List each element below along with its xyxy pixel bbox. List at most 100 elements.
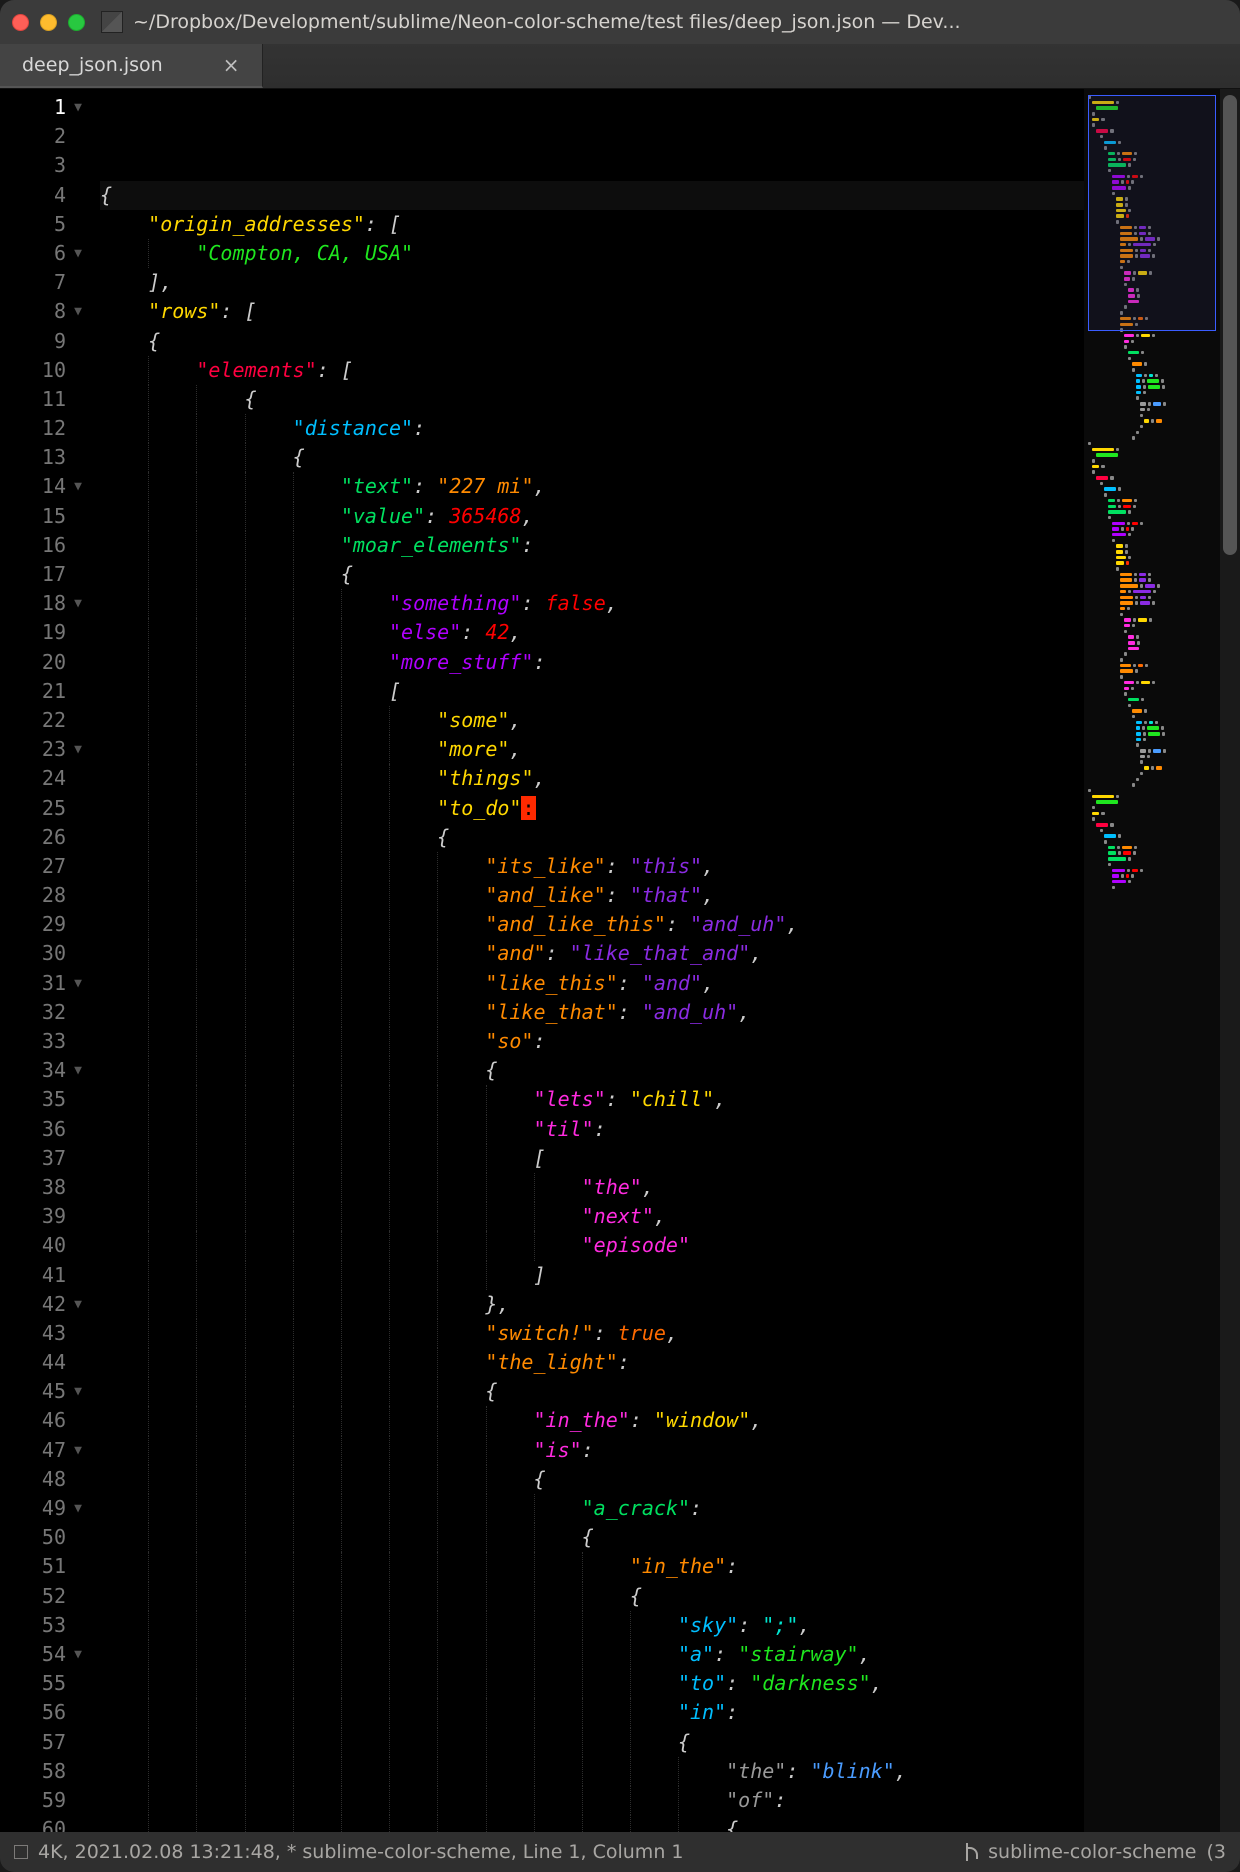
line-number[interactable]: 15 — [0, 502, 90, 531]
line-number[interactable]: 33 — [0, 1027, 90, 1056]
line-number[interactable]: 48 — [0, 1465, 90, 1494]
minimap-viewport[interactable] — [1088, 95, 1216, 331]
code-line[interactable]: "and_like_this": "and_uh", — [100, 910, 1084, 939]
close-window-button[interactable] — [12, 14, 29, 31]
code-line[interactable]: "something": false, — [100, 589, 1084, 618]
line-number[interactable]: 44 — [0, 1348, 90, 1377]
code-line[interactable]: "moar_elements": — [100, 531, 1084, 560]
code-area[interactable]: { "origin_addresses": [ "Compton, CA, US… — [96, 89, 1084, 1832]
code-line[interactable]: "more_stuff": — [100, 648, 1084, 677]
code-line[interactable]: { — [100, 560, 1084, 589]
code-line[interactable]: "and": "like_that_and", — [100, 939, 1084, 968]
line-number-gutter[interactable]: 1▼23456▼78▼91011121314▼15161718▼19202122… — [0, 89, 96, 1832]
line-number[interactable]: 36 — [0, 1115, 90, 1144]
code-line[interactable]: { — [100, 181, 1084, 210]
line-number[interactable]: 55 — [0, 1669, 90, 1698]
line-number[interactable]: 29 — [0, 910, 90, 939]
line-number[interactable]: 27 — [0, 852, 90, 881]
line-number[interactable]: 50 — [0, 1523, 90, 1552]
code-line[interactable]: "to": "darkness", — [100, 1669, 1084, 1698]
line-number[interactable]: 26 — [0, 823, 90, 852]
code-line[interactable]: "the_light": — [100, 1348, 1084, 1377]
fold-icon[interactable]: ▼ — [72, 1436, 84, 1465]
code-line[interactable]: "next", — [100, 1202, 1084, 1231]
vertical-scrollbar[interactable] — [1220, 89, 1240, 1832]
code-line[interactable]: "Compton, CA, USA" — [100, 239, 1084, 268]
line-number[interactable]: 45▼ — [0, 1377, 90, 1406]
scrollbar-thumb[interactable] — [1223, 95, 1237, 555]
line-number[interactable]: 1▼ — [0, 93, 90, 122]
code-line[interactable]: { — [100, 1815, 1084, 1832]
code-line[interactable]: "so": — [100, 1027, 1084, 1056]
code-line[interactable]: "the", — [100, 1173, 1084, 1202]
code-line[interactable]: { — [100, 823, 1084, 852]
code-line[interactable]: "a": "stairway", — [100, 1640, 1084, 1669]
line-number[interactable]: 9 — [0, 327, 90, 356]
line-number[interactable]: 30 — [0, 939, 90, 968]
code-line[interactable]: "the": "blink", — [100, 1757, 1084, 1786]
code-line[interactable]: "in": — [100, 1698, 1084, 1727]
code-line[interactable]: "and_like": "that", — [100, 881, 1084, 910]
line-number[interactable]: 37 — [0, 1144, 90, 1173]
line-number[interactable]: 57 — [0, 1728, 90, 1757]
line-number[interactable]: 19 — [0, 618, 90, 647]
line-number[interactable]: 58 — [0, 1757, 90, 1786]
line-number[interactable]: 59 — [0, 1786, 90, 1815]
line-number[interactable]: 53 — [0, 1611, 90, 1640]
code-line[interactable]: "like_that": "and_uh", — [100, 998, 1084, 1027]
fold-icon[interactable]: ▼ — [72, 1290, 84, 1319]
fold-icon[interactable]: ▼ — [72, 1056, 84, 1085]
minimize-window-button[interactable] — [40, 14, 57, 31]
line-number[interactable]: 46 — [0, 1406, 90, 1435]
code-line[interactable]: [ — [100, 1144, 1084, 1173]
line-number[interactable]: 51 — [0, 1552, 90, 1581]
line-number[interactable]: 40 — [0, 1231, 90, 1260]
line-number[interactable]: 23▼ — [0, 735, 90, 764]
code-line[interactable]: { — [100, 1377, 1084, 1406]
line-number[interactable]: 20 — [0, 648, 90, 677]
line-number[interactable]: 17 — [0, 560, 90, 589]
code-line[interactable]: "a_crack": — [100, 1494, 1084, 1523]
line-number[interactable]: 60 — [0, 1815, 90, 1832]
line-number[interactable]: 43 — [0, 1319, 90, 1348]
code-line[interactable]: "like_this": "and", — [100, 969, 1084, 998]
line-number[interactable]: 52 — [0, 1582, 90, 1611]
fold-icon[interactable]: ▼ — [72, 93, 84, 122]
code-line[interactable]: "lets": "chill", — [100, 1085, 1084, 1114]
code-line[interactable]: "of": — [100, 1786, 1084, 1815]
line-number[interactable]: 8▼ — [0, 297, 90, 326]
code-line[interactable]: "its_like": "this", — [100, 852, 1084, 881]
line-number[interactable]: 38 — [0, 1173, 90, 1202]
fold-icon[interactable]: ▼ — [72, 472, 84, 501]
line-number[interactable]: 34▼ — [0, 1056, 90, 1085]
line-number[interactable]: 25 — [0, 794, 90, 823]
code-line[interactable]: "origin_addresses": [ — [100, 210, 1084, 239]
code-line[interactable]: { — [100, 1523, 1084, 1552]
code-line[interactable]: "to_do": — [100, 794, 1084, 823]
fold-icon[interactable]: ▼ — [72, 1494, 84, 1523]
code-line[interactable]: ] — [100, 1261, 1084, 1290]
code-line[interactable]: [ — [100, 677, 1084, 706]
line-number[interactable]: 28 — [0, 881, 90, 910]
line-number[interactable]: 49▼ — [0, 1494, 90, 1523]
code-line[interactable]: "text": "227 mi", — [100, 472, 1084, 501]
fold-icon[interactable]: ▼ — [72, 735, 84, 764]
tab-bar[interactable]: deep_json.json × — [0, 44, 1240, 89]
line-number[interactable]: 24 — [0, 764, 90, 793]
line-number[interactable]: 31▼ — [0, 969, 90, 998]
code-line[interactable]: "rows": [ — [100, 297, 1084, 326]
code-line[interactable]: "in_the": "window", — [100, 1406, 1084, 1435]
code-line[interactable]: "sky": ";", — [100, 1611, 1084, 1640]
code-line[interactable]: { — [100, 1582, 1084, 1611]
code-line[interactable]: "else": 42, — [100, 618, 1084, 647]
code-line[interactable]: "is": — [100, 1436, 1084, 1465]
code-line[interactable]: { — [100, 1056, 1084, 1085]
fold-icon[interactable]: ▼ — [72, 1377, 84, 1406]
line-number[interactable]: 47▼ — [0, 1436, 90, 1465]
code-line[interactable]: "elements": [ — [100, 356, 1084, 385]
code-line[interactable]: "things", — [100, 764, 1084, 793]
line-number[interactable]: 10 — [0, 356, 90, 385]
git-branch-name[interactable]: sublime-color-scheme — [988, 1841, 1196, 1863]
fold-icon[interactable]: ▼ — [72, 1640, 84, 1669]
line-number[interactable]: 6▼ — [0, 239, 90, 268]
